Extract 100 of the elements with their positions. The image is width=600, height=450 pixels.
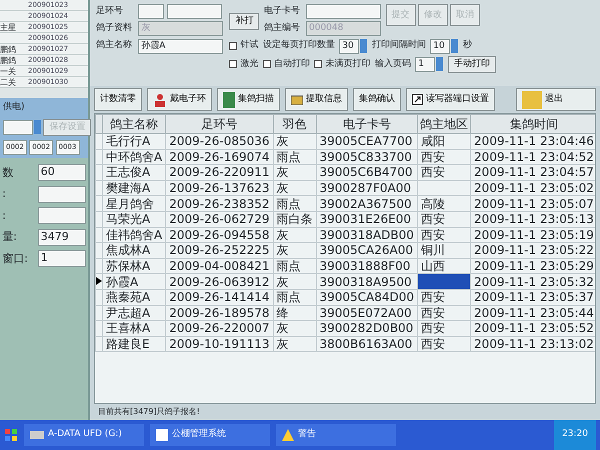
selected-cell[interactable]: [418, 274, 471, 290]
table-cell: 2009-26-085036: [169, 134, 270, 148]
table-cell: 星月鸽舍: [106, 196, 154, 211]
table-cell: 39002A367500: [320, 196, 412, 211]
person-icon: [153, 92, 167, 106]
toolbar-button[interactable]: 提取信息: [285, 88, 348, 111]
input-field[interactable]: [306, 4, 381, 19]
toolbar-button[interactable]: 戴电子环: [147, 88, 212, 111]
input-field[interactable]: [138, 4, 164, 19]
checkbox[interactable]: [229, 60, 238, 68]
column-header[interactable]: 羽色: [273, 114, 316, 134]
table-cell: 焦成林A: [106, 243, 150, 258]
field-label: 鸽子资料: [96, 22, 133, 35]
table-cell: 灰: [276, 243, 288, 258]
table-cell: 2009-26-189578: [169, 306, 270, 320]
column-header[interactable]: 鸽主地区: [418, 114, 471, 134]
clock-text: 23:20: [562, 428, 588, 442]
table-cell: 2009-11-1 23:05:07: [474, 196, 594, 211]
table-cell: 绛: [276, 306, 288, 320]
input-field[interactable]: [38, 207, 86, 224]
table-row[interactable]: 苏保林A 2009-04-008421 雨点 390031888F00 山西 2009-11-1 23:05:29: [96, 258, 595, 274]
toolbar-button[interactable]: 集鸽确认: [353, 88, 401, 111]
table-cell: 西安: [421, 337, 446, 352]
input-field[interactable]: 孙霞A: [138, 38, 224, 54]
windows-logo-icon[interactable]: [4, 428, 18, 442]
table-cell: 灰: [276, 165, 288, 180]
column-header[interactable]: 电子卡号: [316, 114, 418, 134]
table-cell: 灰: [276, 321, 288, 336]
table-row[interactable]: 佳祎鸽舍A 2009-26-094558 灰 3900318ADB00 西安 2009-11-1 23:05:19: [96, 227, 595, 243]
table-cell: 灰: [276, 337, 288, 352]
input-field[interactable]: 3479: [38, 228, 86, 246]
table-cell: 灰: [276, 181, 288, 196]
table-cell: 高陵: [421, 196, 446, 211]
table-row[interactable]: 樊建海A 2009-26-137623 灰 3900287F0A00 2009-11-1 23:05:02: [96, 180, 595, 196]
table-cell: 2009-26-141414: [169, 290, 270, 304]
table-cell: 39005CA26A00: [320, 243, 414, 258]
manual-print-button[interactable]: 手动打印: [448, 56, 496, 73]
field-label: 足环号: [96, 4, 124, 18]
table-cell: 雨点: [276, 290, 300, 304]
input-field[interactable]: 1: [415, 56, 436, 72]
drive-icon: [30, 431, 44, 439]
field-label: 数: [2, 164, 14, 180]
table-cell: 灰: [276, 134, 288, 148]
status-text: 目前共有[3479]只鸽子报名!: [97, 406, 201, 418]
toolbar-button[interactable]: 读写器端口设置: [406, 88, 495, 111]
field-label: 秒: [462, 39, 472, 52]
column-header[interactable]: 鸽主名称: [102, 114, 166, 134]
field-label: 窗口:: [2, 250, 28, 266]
table-row[interactable]: 马荣光A 2009-26-062729 雨白条 390031E26E00 西安 2009-11-1 23:05:13: [96, 211, 595, 228]
input-field[interactable]: 10: [430, 38, 450, 54]
document-icon: [223, 92, 235, 108]
table-row[interactable]: 尹志超A 2009-26-189578 绛 39005E072A00 西安 2009-11-1 23:05:44: [96, 305, 595, 321]
table-row[interactable]: 焦成林A 2009-26-252225 灰 39005CA26A00 铜川 2009-11-1 23:05:22: [96, 242, 595, 258]
table-row[interactable]: 毛行行A 2009-26-085036 灰 39005CEA7700 咸阳 2009-11-1 23:04:46: [96, 134, 595, 150]
horizontal-scrollbar[interactable]: [0, 88, 88, 98]
toolbar-button[interactable]: 集鸽扫描: [217, 88, 280, 111]
column-header[interactable]: 集鸽时间: [470, 114, 595, 134]
table-cell: 39005CA84D00: [320, 290, 414, 304]
table-cell: 西安: [421, 290, 446, 304]
table-cell: 2009-11-1 23:05:02: [474, 181, 594, 196]
table-cell: 佳祎鸽舍A: [106, 228, 162, 242]
list-cell: 鹏鸽: [0, 56, 16, 65]
field-label: 打印间隔时间: [372, 39, 426, 52]
checkbox[interactable]: [262, 60, 271, 68]
table-row[interactable]: 路建良E 2009-10-191113 灰 3800B6163A00 西安 2009-11-1 23:13:02: [96, 336, 595, 352]
column-header[interactable]: 足环号: [166, 114, 273, 134]
list-cell: 主星: [0, 23, 16, 32]
table-row[interactable]: 中环鸽舍A 2009-26-169074 雨点 39005C833700 西安 2009-11-1 23:04:52: [96, 149, 595, 165]
table-row[interactable]: 王志俊A 2009-26-220911 灰 39005C6B4700 西安 2009-11-1 23:04:57: [96, 164, 595, 180]
shortcut-arrow-icon: [412, 94, 423, 105]
table-cell: 3800B6163A00: [320, 337, 412, 352]
taskbar-button[interactable]: 公棚管理系统: [150, 424, 270, 446]
table-row[interactable]: 孙霞A 2009-26-063912 灰 3900318A9500 2009-11-1 23:05:32: [96, 274, 595, 290]
table-row[interactable]: 燕秦苑A 2009-26-141414 雨点 39005CA84D00 西安 2009-11-1 23:05:37: [96, 289, 595, 306]
input-field[interactable]: [38, 186, 86, 203]
reprint-button[interactable]: 补打: [229, 13, 260, 30]
table-cell: 毛行行A: [106, 134, 150, 148]
input-field[interactable]: [166, 4, 222, 19]
table-cell: 雨白条: [276, 212, 312, 226]
table-cell: 2009-04-008421: [169, 259, 270, 274]
window-icon: [156, 429, 168, 441]
table-cell: 3900318ADB00: [320, 228, 414, 242]
input-field[interactable]: [3, 120, 33, 134]
taskbar-button[interactable]: 警告: [276, 424, 396, 446]
checkbox[interactable]: [314, 60, 322, 68]
table-cell: 咸阳: [421, 134, 446, 148]
table-row[interactable]: 王喜林A 2009-26-220007 灰 3900282D0B00 西安 2009-11-1 23:05:52: [96, 320, 595, 336]
toolbar-button[interactable]: 计数清零: [94, 88, 142, 111]
field-label: :: [2, 186, 6, 202]
table-cell: 2009-26-238352: [169, 196, 270, 211]
input-field[interactable]: 60: [38, 164, 86, 182]
table-cell: 2009-26-062729: [169, 212, 270, 226]
table-cell: 王志俊A: [106, 165, 150, 180]
taskbar-button[interactable]: A-DATA UFD (G:): [24, 424, 144, 446]
input-field[interactable]: 30: [339, 38, 360, 54]
table-cell: 3900287F0A00: [320, 181, 411, 196]
input-field[interactable]: 1: [38, 250, 86, 268]
toolbar-button[interactable]: 退出: [516, 88, 596, 111]
checkbox[interactable]: [229, 42, 238, 50]
table-row[interactable]: 星月鸽舍 2009-26-238352 雨点 39002A367500 高陵 2009-11-1 23:05:07: [96, 196, 595, 212]
